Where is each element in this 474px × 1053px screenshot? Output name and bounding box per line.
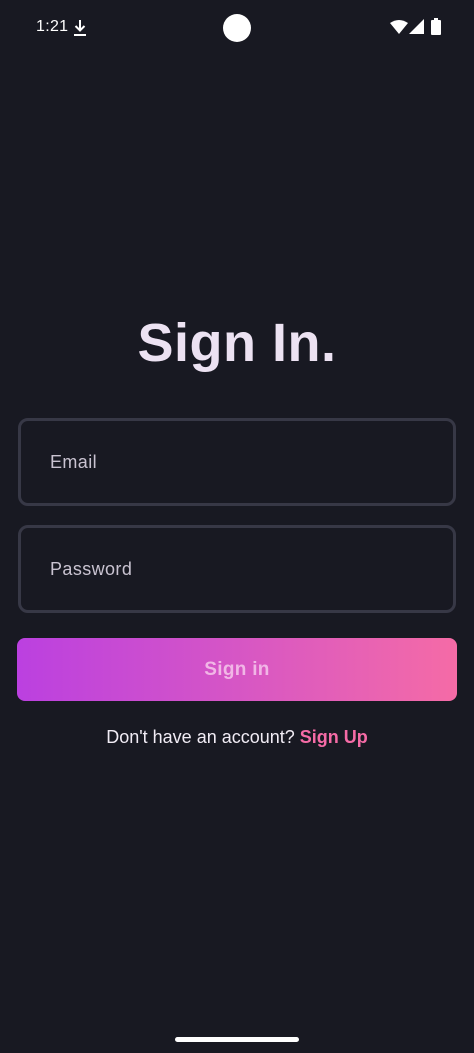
sign-up-link[interactable]: Sign Up	[300, 727, 368, 747]
gesture-nav-handle[interactable]	[175, 1037, 299, 1042]
sign-in-screen: 1:21 Sign In. Sign in Don't have an acco…	[0, 0, 474, 1053]
signup-prompt-text: Don't have an account?	[106, 727, 300, 747]
camera-cutout	[223, 14, 251, 42]
status-time: 1:21	[36, 18, 69, 35]
password-field[interactable]	[18, 525, 456, 613]
status-bar: 1:21	[0, 0, 474, 56]
battery-icon	[431, 18, 441, 35]
email-input[interactable]	[21, 421, 453, 503]
page-title: Sign In.	[137, 313, 337, 373]
signup-prompt: Don't have an account? Sign Up	[0, 727, 474, 748]
signal-icon	[409, 19, 424, 34]
email-field[interactable]	[18, 418, 456, 506]
download-icon	[74, 20, 86, 36]
wifi-icon	[390, 20, 408, 34]
password-input[interactable]	[21, 528, 453, 610]
sign-in-button[interactable]: Sign in	[17, 638, 457, 701]
